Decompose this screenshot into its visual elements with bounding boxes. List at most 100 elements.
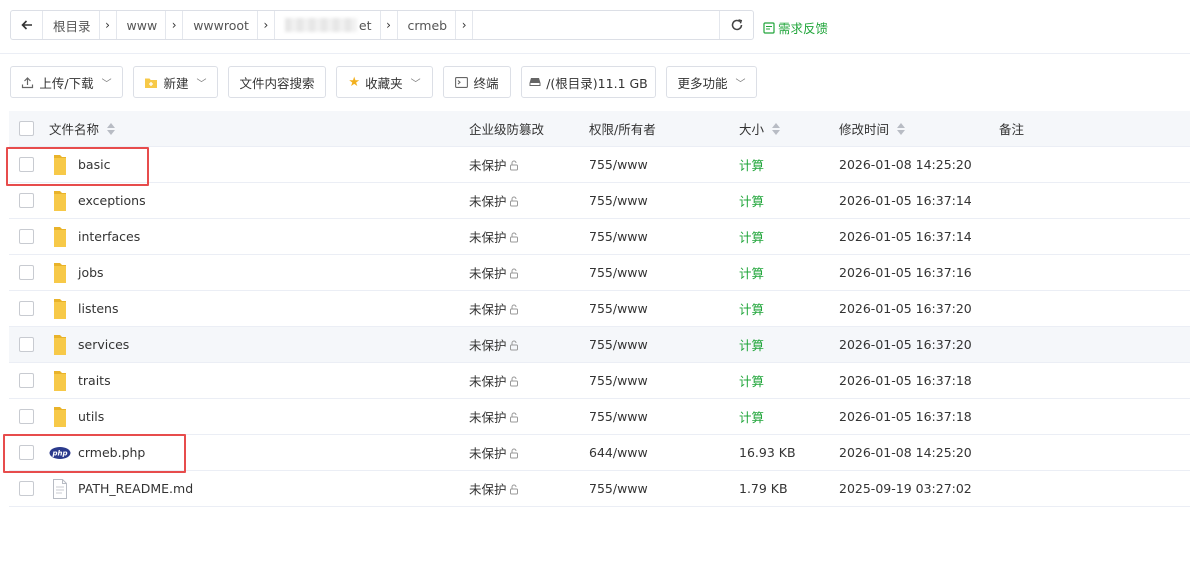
lock-icon[interactable] [509,267,520,282]
breadcrumb-wwwroot[interactable]: wwwroot › [183,11,275,39]
file-name[interactable]: basic [78,147,110,182]
chevron-right-icon[interactable]: › [379,11,398,39]
row-checkbox[interactable] [19,373,34,388]
note-cell[interactable] [999,255,1179,290]
note-cell[interactable] [999,363,1179,398]
file-size[interactable]: 计算 [739,147,764,182]
table-row[interactable]: basic 未保护 755/www 计算 2026-01-08 14:25:20 [9,147,1190,183]
table-row[interactable]: exceptions 未保护 755/www 计算 2026-01-05 16:37:1… [9,183,1190,219]
lock-icon[interactable] [509,411,520,426]
path-input-area[interactable] [473,11,719,39]
row-checkbox[interactable] [19,301,34,316]
file-size[interactable]: 计算 [739,219,764,254]
file-name[interactable]: listens [78,291,119,326]
file-size[interactable]: 计算 [739,399,764,434]
table-row[interactable]: services 未保护 755/www 计算 2026-01-05 16:37:20 [9,327,1190,363]
lock-icon[interactable] [509,231,520,246]
breadcrumb-www[interactable]: www › [117,11,184,39]
table-row[interactable]: traits 未保护 755/www 计算 2026-01-05 16:37:18 [9,363,1190,399]
refresh-button[interactable] [719,11,753,39]
note-cell[interactable] [999,471,1179,506]
lock-icon[interactable] [509,375,520,390]
permission-owner[interactable]: 755/www [589,399,648,434]
header-size[interactable]: 大小 [739,111,781,146]
new-button[interactable]: 新建 ﹀ [133,66,218,98]
terminal-button[interactable]: 终端 [443,66,511,98]
permission-owner[interactable]: 755/www [589,471,648,506]
disk-button[interactable]: /(根目录)11.1 GB [521,66,656,98]
file-name[interactable]: traits [78,363,111,398]
permission-owner[interactable]: 755/www [589,255,648,290]
file-size[interactable]: 计算 [739,183,764,218]
note-cell[interactable] [999,399,1179,434]
table-row[interactable]: listens 未保护 755/www 计算 2026-01-05 16:37:20 [9,291,1190,327]
permission-owner[interactable]: 755/www [589,183,648,218]
breadcrumb-site[interactable]: et › [275,11,398,39]
lock-icon[interactable] [509,303,520,318]
row-checkbox[interactable] [19,229,34,244]
header-modified[interactable]: 修改时间 [839,111,906,146]
note-cell[interactable] [999,291,1179,326]
header-name[interactable]: 文件名称 [49,111,116,146]
breadcrumb-crmeb[interactable]: crmeb › [398,11,474,39]
row-checkbox[interactable] [19,193,34,208]
permission-owner[interactable]: 644/www [589,435,648,470]
row-checkbox[interactable] [19,481,34,496]
more-functions-button[interactable]: 更多功能 ﹀ [666,66,757,98]
table-row[interactable]: jobs 未保护 755/www 计算 2026-01-05 16:37:16 [9,255,1190,291]
chevron-right-icon[interactable]: › [256,11,275,39]
protect-status[interactable]: 未保护 [469,291,520,326]
chevron-right-icon[interactable]: › [98,11,117,39]
back-button[interactable] [11,11,43,39]
feedback-link[interactable]: 需求反馈 [763,18,828,37]
file-name[interactable]: services [78,327,129,362]
permission-owner[interactable]: 755/www [589,147,648,182]
row-checkbox[interactable] [19,337,34,352]
file-name[interactable]: crmeb.php [78,435,145,470]
protect-status[interactable]: 未保护 [469,363,520,398]
chevron-right-icon[interactable]: › [165,11,184,39]
favorites-button[interactable]: ★ 收藏夹 ﹀ [336,66,433,98]
lock-icon[interactable] [509,483,520,498]
file-name[interactable]: utils [78,399,104,434]
file-name[interactable]: jobs [78,255,104,290]
note-cell[interactable] [999,435,1179,470]
protect-status[interactable]: 未保护 [469,255,520,290]
table-row[interactable]: utils 未保护 755/www 计算 2026-01-05 16:37:18 [9,399,1190,435]
permission-owner[interactable]: 755/www [589,291,648,326]
permission-owner[interactable]: 755/www [589,327,648,362]
protect-status[interactable]: 未保护 [469,147,520,182]
protect-status[interactable]: 未保护 [469,471,520,506]
table-row[interactable]: php crmeb.php 未保护 644/www 16.93 KB 2026-01-08… [9,435,1190,471]
protect-status[interactable]: 未保护 [469,327,520,362]
lock-icon[interactable] [509,339,520,354]
sort-icon[interactable] [897,122,906,135]
note-cell[interactable] [999,147,1179,182]
chevron-right-icon[interactable]: › [455,11,474,39]
file-size[interactable]: 计算 [739,327,764,362]
file-name[interactable]: interfaces [78,219,140,254]
protect-status[interactable]: 未保护 [469,399,520,434]
file-size[interactable]: 计算 [739,363,764,398]
row-checkbox[interactable] [19,157,34,172]
select-all-checkbox[interactable] [19,121,34,136]
upload-download-button[interactable]: 上传/下载 ﹀ [10,66,123,98]
lock-icon[interactable] [509,159,520,174]
note-cell[interactable] [999,327,1179,362]
protect-status[interactable]: 未保护 [469,219,520,254]
lock-icon[interactable] [509,195,520,210]
table-row[interactable]: PATH_README.md 未保护 755/www 1.79 KB 2025-09-1… [9,471,1190,507]
search-content-button[interactable]: 文件内容搜索 [228,66,326,98]
file-name[interactable]: exceptions [78,183,146,218]
permission-owner[interactable]: 755/www [589,363,648,398]
lock-icon[interactable] [509,447,520,462]
row-checkbox[interactable] [19,409,34,424]
protect-status[interactable]: 未保护 [469,183,520,218]
file-size[interactable]: 计算 [739,255,764,290]
breadcrumb-root[interactable]: 根目录 › [43,11,117,39]
row-checkbox[interactable] [19,445,34,460]
file-size[interactable]: 计算 [739,291,764,326]
file-name[interactable]: PATH_README.md [78,471,193,506]
row-checkbox[interactable] [19,265,34,280]
note-cell[interactable] [999,219,1179,254]
